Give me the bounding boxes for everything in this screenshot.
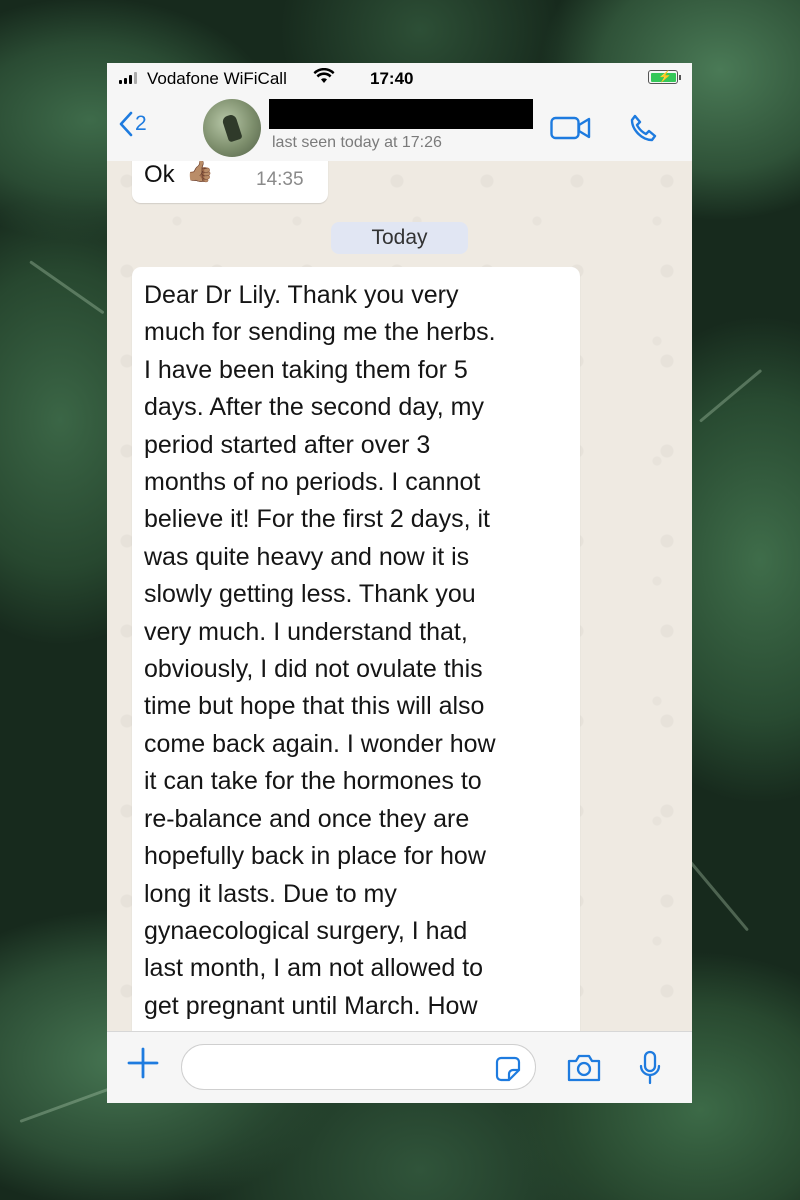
previous-message-bubble[interactable]: Ok 👍🏽 14:35 [132, 161, 328, 203]
microphone-button[interactable] [638, 1050, 662, 1091]
chat-area: Ok 👍🏽 14:35 Today Dear Dr Lily. Thank yo… [107, 161, 692, 1031]
leaf-vein [688, 860, 749, 932]
thumbs-up-emoji: 👍🏽 [186, 161, 214, 183]
sticker-button[interactable] [495, 1056, 521, 1087]
status-time: 17:40 [370, 69, 414, 88]
status-bar: Vodafone WiFiCall 17:40 ⚡ [107, 63, 692, 93]
sticker-icon [495, 1056, 521, 1082]
battery-charging-icon: ⚡ [648, 70, 681, 84]
unread-count: 2 [135, 112, 147, 135]
day-separator: Today [331, 222, 468, 254]
last-seen-status: last seen today at 17:26 [272, 134, 442, 151]
chat-header: 2 last seen today at 17:26 [107, 93, 692, 162]
video-call-button[interactable] [550, 115, 592, 146]
voice-call-button[interactable] [627, 113, 659, 150]
wifi-icon [313, 67, 335, 89]
leaf-vein [699, 368, 763, 423]
attach-button[interactable] [126, 1046, 160, 1087]
previous-message-text: Ok [144, 161, 175, 188]
microphone-icon [639, 1050, 661, 1085]
carrier-name: Vodafone WiFiCall [147, 69, 287, 88]
video-call-icon [550, 116, 591, 140]
chevron-left-icon [119, 111, 133, 137]
message-input[interactable] [181, 1044, 536, 1090]
leaf-vein [29, 260, 105, 315]
message-text: Dear Dr Lily. Thank you very much for se… [144, 281, 496, 1020]
camera-icon [567, 1054, 601, 1082]
contact-avatar[interactable] [203, 99, 261, 157]
redacted-contact-name[interactable] [269, 99, 533, 129]
camera-button[interactable] [566, 1053, 602, 1088]
signal-icon [119, 72, 137, 84]
plus-icon [127, 1047, 159, 1079]
message-input-bar [107, 1031, 692, 1103]
back-button[interactable]: 2 [119, 111, 147, 137]
phone-call-icon [630, 114, 657, 142]
incoming-message-bubble[interactable]: Dear Dr Lily. Thank you very much for se… [132, 267, 580, 1031]
whatsapp-screen: Vodafone WiFiCall 17:40 ⚡ 2 last seen to… [107, 63, 692, 1103]
previous-message-time: 14:35 [256, 169, 304, 190]
